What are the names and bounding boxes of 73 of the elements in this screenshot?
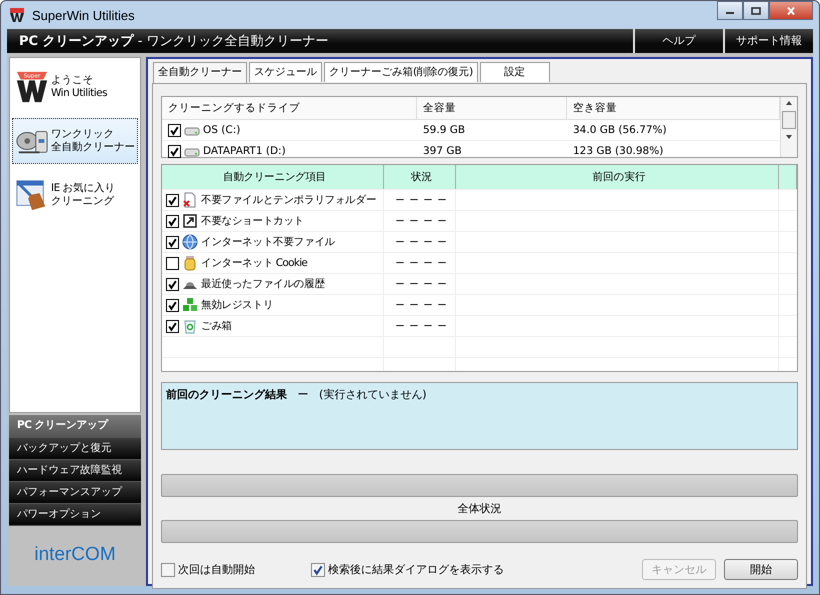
checkbox[interactable]: [166, 278, 179, 290]
column-header: 自動クリーニング項目: [162, 165, 384, 189]
recycle-bin-icon: [182, 318, 198, 334]
checkbox-label: 検索後に結果ダイアログを表示する: [328, 562, 504, 577]
checkbox[interactable]: [168, 124, 181, 136]
tab[interactable]: クリーナーごみ箱(削除の復元): [324, 62, 478, 82]
scroll-down-icon[interactable]: [785, 134, 793, 140]
table-cell-text: 59.9 GB: [422, 123, 466, 138]
minimize-button[interactable]: [717, 1, 743, 20]
status-text: ー ー ー ー: [384, 274, 456, 294]
category-tab[interactable]: ハードウェア故障監視: [9, 460, 141, 482]
shortcut-icon: [182, 213, 198, 229]
close-icon: [786, 6, 796, 14]
nav-item[interactable]: ワンクリック 全自動クリーナー: [12, 118, 138, 164]
status-text: ー ー ー ー: [384, 211, 456, 231]
item-label: インターネット不要ファイル: [201, 235, 335, 249]
maximize-icon: [751, 6, 761, 14]
checkbox[interactable]: [166, 236, 179, 248]
nav-label: IE お気に入り クリーニング: [51, 182, 116, 208]
company-logo: interCOM: [33, 544, 117, 566]
checkbox-label: 次回は自動開始: [178, 562, 255, 577]
status-text: ー ー ー ー: [384, 316, 456, 336]
start-button[interactable]: 開始: [724, 559, 798, 580]
cubes-icon: [182, 297, 198, 313]
category-tab[interactable]: バックアップと復元: [9, 438, 141, 460]
page-title: PC クリーンアップ - ワンクリック全自動クリーナー: [18, 32, 330, 50]
maximize-button[interactable]: [743, 1, 769, 20]
drive-name: DATAPART1 (D:): [203, 145, 286, 157]
result-text: 前回のクリーニング結果 ー (実行されていません): [166, 388, 427, 401]
tab[interactable]: 全自動クリーナー: [153, 62, 247, 84]
jar-icon: [182, 255, 198, 271]
category-tab[interactable]: パワーオプション: [9, 504, 141, 526]
close-button[interactable]: [769, 1, 813, 20]
checkbox[interactable]: [166, 298, 179, 312]
item-label: 不要ファイルとテンポラリフォルダー: [201, 193, 376, 207]
checkbox[interactable]: [168, 144, 181, 158]
category-tab[interactable]: パフォーマンスアップ: [9, 482, 141, 504]
status-text: ー ー ー ー: [384, 253, 456, 273]
status-text: ー ー ー ー: [384, 190, 456, 210]
globe-icon: [182, 234, 198, 250]
column-header: 全容量: [417, 97, 567, 119]
checkbox[interactable]: [166, 214, 179, 228]
checkbox[interactable]: [166, 194, 179, 206]
scroll-up-icon[interactable]: [785, 100, 793, 106]
checkbox[interactable]: [166, 320, 179, 332]
status-text: ー ー ー ー: [384, 232, 456, 252]
tab[interactable]: スケジュール: [249, 62, 322, 82]
checkbox[interactable]: [166, 256, 179, 270]
item-label: インターネット Cookie: [201, 256, 308, 270]
progress-label: 全体状況: [458, 501, 502, 516]
table-cell-text: 123 GB (30.98%): [572, 144, 664, 159]
scrollbar[interactable]: [780, 97, 797, 157]
file-icon: [182, 192, 198, 208]
table-cell-text: 397 GB: [422, 144, 463, 159]
category-tab[interactable]: PC クリーンアップ: [9, 415, 141, 438]
item-label: 不要なショートカット: [201, 214, 304, 228]
table-cell-text: 34.0 GB (56.77%): [572, 123, 668, 138]
nav-item[interactable]: IE お気に入り クリーニング: [12, 172, 138, 218]
nav-label: ワンクリック 全自動クリーナー: [51, 128, 135, 154]
drive-name: OS (C:): [203, 124, 240, 136]
item-label: 無効レジストリ: [201, 298, 274, 312]
column-header: 状況: [384, 165, 456, 189]
item-label: ごみ箱: [201, 319, 232, 333]
checkbox[interactable]: [311, 562, 325, 576]
nav-label: ようこそ Win Utilities: [51, 74, 108, 100]
status-text: ー ー ー ー: [384, 295, 456, 315]
w-logo-icon: [9, 7, 25, 23]
column-header: クリーニングするドライブ: [162, 97, 417, 119]
window-title: SuperWin Utilities: [32, 8, 135, 22]
column-header: 前回の実行: [456, 165, 779, 189]
item-label: 最近使ったファイルの履歴: [201, 277, 325, 291]
checkbox[interactable]: [161, 562, 175, 576]
tab[interactable]: 設定: [480, 62, 550, 82]
